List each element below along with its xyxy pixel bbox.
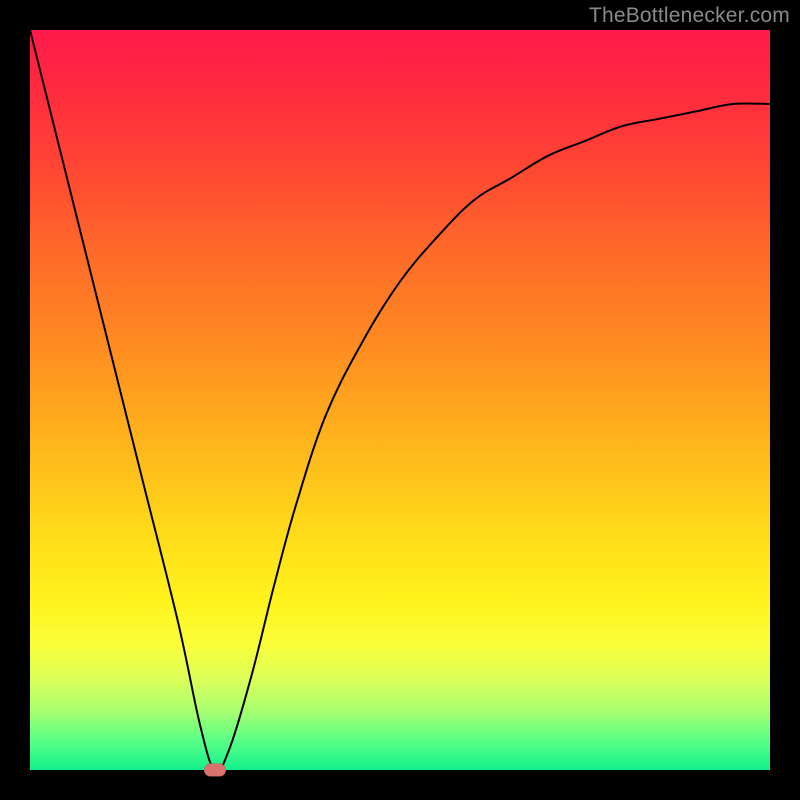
bottleneck-curve — [30, 30, 770, 770]
plot-area — [30, 30, 770, 770]
watermark-text: TheBottlenecker.com — [589, 4, 790, 28]
curve-svg — [30, 30, 770, 770]
chart-frame: TheBottlenecker.com — [0, 0, 800, 800]
optimal-point-marker — [204, 764, 226, 777]
